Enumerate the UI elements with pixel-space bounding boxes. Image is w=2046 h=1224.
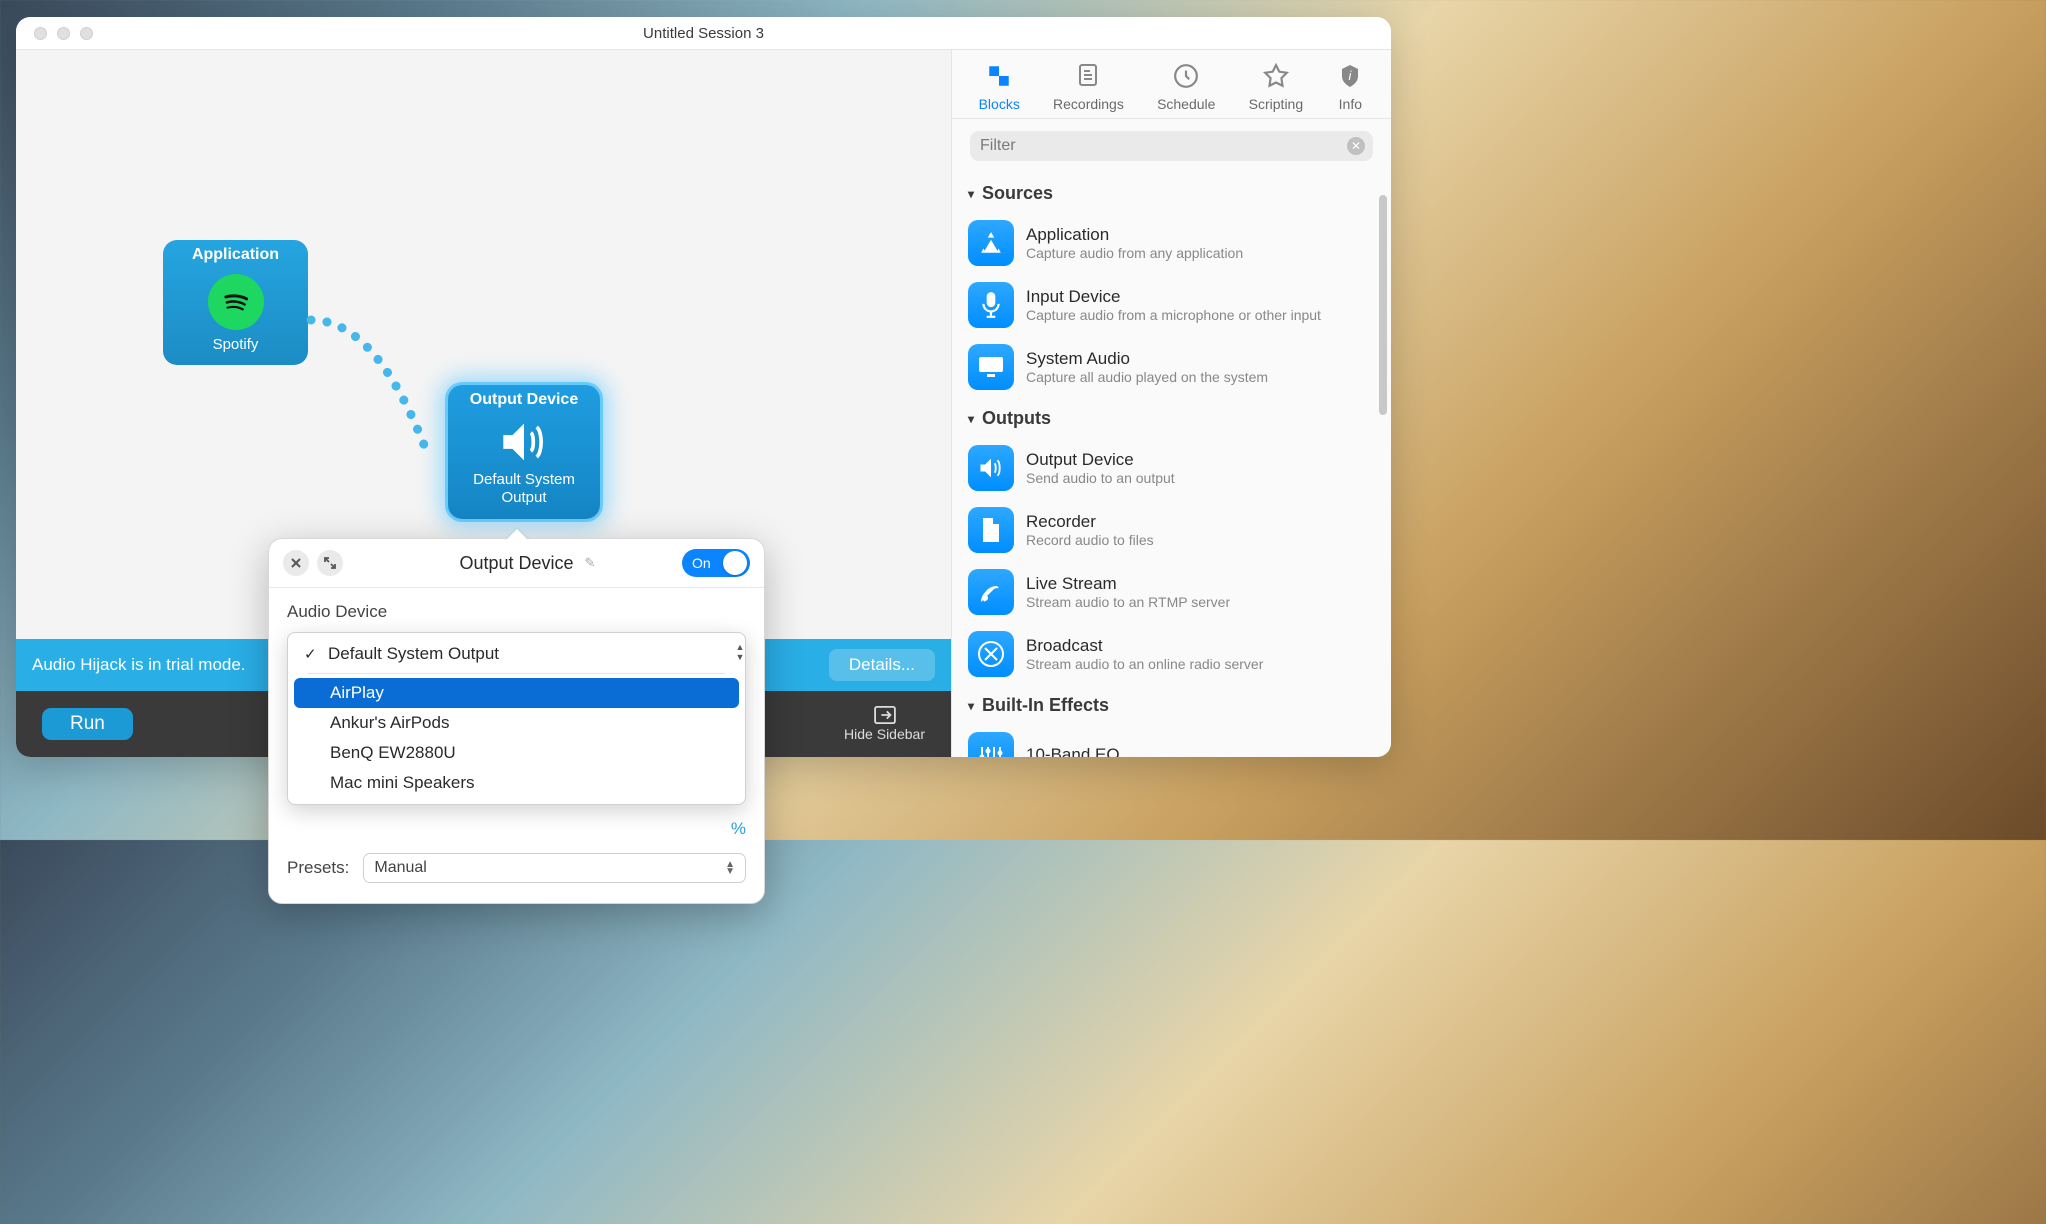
block-output-name: Default System Output	[458, 471, 590, 507]
hide-sidebar-icon	[874, 706, 896, 724]
lib-item-recorder[interactable]: Recorder Record audio to files	[968, 499, 1375, 561]
tab-blocks[interactable]: Blocks	[979, 62, 1020, 112]
tab-recordings[interactable]: Recordings	[1053, 62, 1124, 112]
library-list[interactable]: ▾ Sources Application Capture audio from…	[952, 169, 1391, 757]
run-button[interactable]: Run	[42, 708, 133, 740]
chevron-down-icon: ▾	[968, 412, 974, 426]
section-sources[interactable]: ▾ Sources	[968, 173, 1375, 212]
tab-schedule[interactable]: Schedule	[1157, 62, 1215, 112]
audio-device-label: Audio Device	[287, 602, 746, 622]
library-scrollbar[interactable]	[1379, 195, 1387, 415]
enable-toggle[interactable]: On	[682, 549, 750, 577]
presets-select[interactable]: Manual ▲▼	[363, 853, 746, 883]
schedule-icon	[1172, 62, 1200, 90]
block-application[interactable]: Application Spotify	[163, 240, 308, 365]
chevron-updown-icon: ▲▼	[725, 861, 735, 875]
block-application-name: Spotify	[213, 336, 259, 353]
dropdown-option-airpods[interactable]: Ankur's AirPods	[288, 708, 745, 738]
file-icon	[968, 507, 1014, 553]
block-output-header: Output Device	[470, 385, 578, 413]
section-outputs[interactable]: ▾ Outputs	[968, 398, 1375, 437]
connection-path	[306, 300, 466, 460]
lib-item-input-device[interactable]: Input Device Capture audio from a microp…	[968, 274, 1375, 336]
traffic-lights[interactable]	[34, 27, 93, 40]
window-title: Untitled Session 3	[16, 25, 1391, 42]
popover-close-button[interactable]	[283, 550, 309, 576]
filter-input[interactable]: Filter ✕	[970, 131, 1373, 161]
lib-item-output-device[interactable]: Output Device Send audio to an output	[968, 437, 1375, 499]
eq-icon	[968, 732, 1014, 757]
lib-item-application[interactable]: Application Capture audio from any appli…	[968, 212, 1375, 274]
trial-text: Audio Hijack is in trial mode.	[32, 655, 246, 675]
presets-label: Presets:	[287, 858, 349, 878]
lib-item-live-stream[interactable]: Live Stream Stream audio to an RTMP serv…	[968, 561, 1375, 623]
hide-sidebar-button[interactable]: Hide Sidebar	[844, 706, 925, 742]
tab-scripting[interactable]: Scripting	[1249, 62, 1303, 112]
speaker-icon	[968, 445, 1014, 491]
filter-clear-icon[interactable]: ✕	[1347, 137, 1365, 155]
dropdown-option-airplay[interactable]: AirPlay	[294, 678, 739, 708]
satellite-icon	[968, 569, 1014, 615]
library-tabs: Blocks Recordings Schedule	[952, 50, 1391, 119]
info-icon: i	[1336, 62, 1364, 90]
expand-icon	[323, 556, 337, 570]
volume-row: %	[287, 819, 746, 839]
tab-info[interactable]: i Info	[1336, 62, 1364, 112]
chevron-down-icon: ▾	[968, 187, 974, 201]
audio-device-dropdown[interactable]: Default System Output AirPlay Ankur's Ai…	[287, 632, 746, 805]
app-window: Untitled Session 3 Application Spotify O…	[16, 17, 1391, 757]
spotify-icon	[208, 274, 264, 330]
lib-item-10band-eq[interactable]: 10-Band EQ	[968, 724, 1375, 757]
toggle-knob	[723, 551, 747, 575]
close-icon[interactable]	[34, 27, 47, 40]
presets-row: Presets: Manual ▲▼	[287, 853, 746, 883]
titlebar: Untitled Session 3	[16, 17, 1391, 50]
minimize-icon[interactable]	[57, 27, 70, 40]
dropdown-option-macmini[interactable]: Mac mini Speakers	[288, 768, 745, 798]
popover-expand-button[interactable]	[317, 550, 343, 576]
lib-item-broadcast[interactable]: Broadcast Stream audio to an online radi…	[968, 623, 1375, 685]
close-icon	[290, 557, 302, 569]
application-icon	[968, 220, 1014, 266]
display-icon	[968, 344, 1014, 390]
scripting-icon	[1262, 62, 1290, 90]
blocks-icon	[985, 62, 1013, 90]
microphone-icon	[968, 282, 1014, 328]
block-output-device[interactable]: Output Device Default System Output	[448, 385, 600, 519]
dropdown-option-benq[interactable]: BenQ EW2880U	[288, 738, 745, 768]
trial-details-button[interactable]: Details...	[829, 649, 935, 681]
recordings-icon	[1074, 62, 1102, 90]
library-sidebar: Blocks Recordings Schedule	[951, 50, 1391, 757]
lib-item-system-audio[interactable]: System Audio Capture all audio played on…	[968, 336, 1375, 398]
dropdown-option-default[interactable]: Default System Output	[288, 639, 745, 669]
broadcast-icon	[968, 631, 1014, 677]
volume-percent: %	[731, 819, 746, 839]
output-device-popover: Output Device ✎ On Audio Device Default …	[268, 538, 765, 904]
block-application-header: Application	[192, 240, 279, 268]
edit-title-icon[interactable]: ✎	[585, 555, 596, 571]
dropdown-stepper-icon[interactable]: ▲▼	[731, 639, 749, 665]
section-effects[interactable]: ▾ Built-In Effects	[968, 685, 1375, 724]
zoom-icon[interactable]	[80, 27, 93, 40]
dropdown-separator	[308, 673, 725, 674]
chevron-down-icon: ▾	[968, 699, 974, 713]
session-canvas[interactable]: Application Spotify Output Device	[16, 50, 951, 757]
speaker-icon	[494, 419, 554, 465]
